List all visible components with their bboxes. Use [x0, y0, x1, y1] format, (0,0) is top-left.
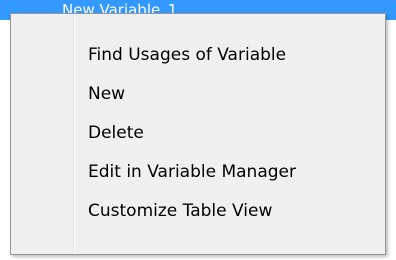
- context-menu: Find Usages of Variable New Delete Edit …: [10, 13, 386, 255]
- menu-item-delete[interactable]: Delete: [11, 114, 385, 153]
- menu-item-edit-in-variable-manager[interactable]: Edit in Variable Manager: [11, 153, 385, 192]
- menu-items: Find Usages of Variable New Delete Edit …: [11, 36, 385, 231]
- menu-item-find-usages[interactable]: Find Usages of Variable: [11, 36, 385, 75]
- menu-item-new[interactable]: New: [11, 75, 385, 114]
- menu-item-customize-table-view[interactable]: Customize Table View: [11, 192, 385, 231]
